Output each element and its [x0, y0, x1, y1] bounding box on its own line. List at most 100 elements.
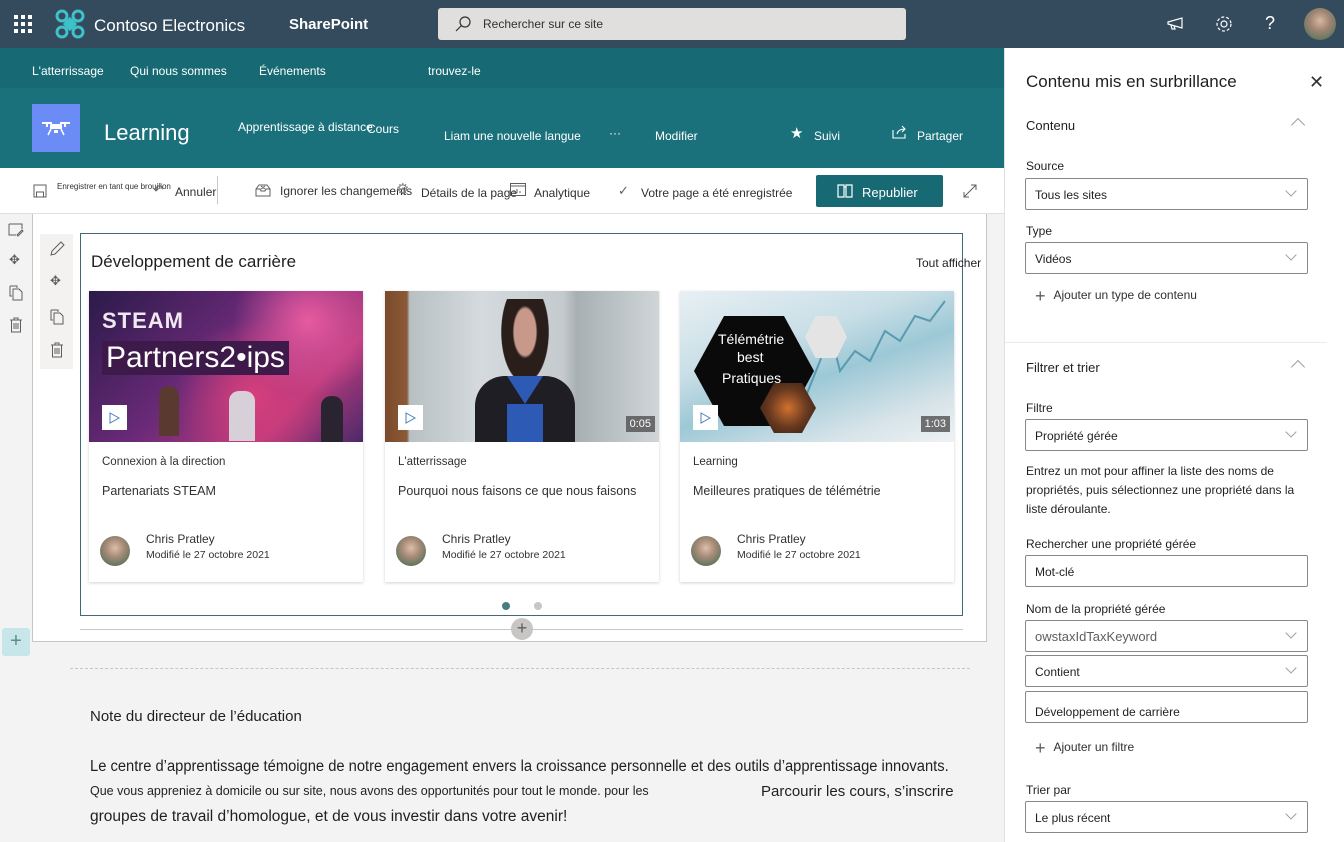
- site-nav-courses[interactable]: Cours: [367, 122, 399, 136]
- text-paragraph[interactable]: Que vous appreniez à domicile ou sur sit…: [90, 784, 649, 798]
- org-name[interactable]: Contoso Electronics: [94, 16, 245, 36]
- text-paragraph[interactable]: Le centre d’apprentissage témoigne de no…: [90, 758, 949, 776]
- site-nav-remote-learning[interactable]: Apprentissage à distance: [238, 120, 373, 134]
- video-card[interactable]: STEAM Partners2•ips Connexion à la direc…: [89, 291, 363, 582]
- site-nav-language[interactable]: Liam une nouvelle langue: [444, 129, 581, 143]
- search-box[interactable]: Rechercher sur ce site: [438, 8, 906, 40]
- chevron-down-icon: [1285, 185, 1297, 197]
- type-dropdown[interactable]: Vidéos: [1025, 242, 1308, 274]
- add-section-button[interactable]: +: [2, 628, 30, 656]
- megaphone-icon[interactable]: [1166, 15, 1186, 33]
- saved-status: Votre page a été enregistrée: [641, 186, 793, 200]
- play-icon: [109, 411, 120, 424]
- search-property-input[interactable]: Mot-clé: [1025, 555, 1308, 587]
- card-title[interactable]: Pourquoi nous faisons ce que nous faison…: [398, 484, 636, 498]
- chevron-up-icon[interactable]: [1290, 117, 1306, 133]
- edit-webpart-icon[interactable]: [49, 241, 65, 257]
- card-site: L'atterrissage: [398, 456, 467, 468]
- search-property-value: Mot-clé: [1035, 565, 1075, 579]
- site-nav-more[interactable]: ···: [609, 126, 621, 140]
- chevron-down-icon: [1285, 662, 1297, 674]
- site-header: Learning Apprentissage à distance Cours …: [0, 88, 1004, 168]
- copy-section-icon[interactable]: [9, 285, 23, 301]
- nav-item-events[interactable]: Événements: [259, 64, 326, 78]
- delete-webpart-icon[interactable]: [51, 342, 63, 358]
- follow-button[interactable]: Suivi: [814, 129, 840, 143]
- add-webpart-button[interactable]: +: [511, 618, 533, 640]
- card-modified: Modifié le 27 octobre 2021: [737, 549, 861, 561]
- nav-item-landing[interactable]: L'atterrissage: [32, 64, 104, 78]
- site-logo[interactable]: [32, 104, 80, 152]
- carousel-dot[interactable]: [534, 602, 542, 610]
- add-filter-button[interactable]: + Ajouter un filtre: [1035, 738, 1134, 759]
- video-thumbnail[interactable]: STEAM Partners2•ips: [89, 291, 363, 442]
- waffle-icon[interactable]: [14, 15, 32, 33]
- video-thumbnail[interactable]: 0:05: [385, 291, 659, 442]
- delete-section-icon[interactable]: [10, 317, 22, 333]
- site-nav-edit[interactable]: Modifier: [655, 129, 698, 143]
- filter-dropdown[interactable]: Propriété gérée: [1025, 419, 1308, 451]
- expand-icon[interactable]: [962, 183, 978, 199]
- source-dropdown[interactable]: Tous les sites: [1025, 178, 1308, 210]
- play-button[interactable]: [398, 405, 423, 430]
- discard-changes-button[interactable]: Ignorer les changements: [280, 184, 412, 198]
- card-title[interactable]: Partenariats STEAM: [102, 484, 216, 498]
- property-name-dropdown[interactable]: owstaxIdTaxKeyword: [1025, 620, 1308, 652]
- edit-section-icon[interactable]: [8, 223, 24, 237]
- sort-dropdown[interactable]: Le plus récent: [1025, 801, 1308, 833]
- star-icon: ★: [790, 125, 804, 142]
- chevron-down-icon: [1285, 808, 1297, 820]
- play-button[interactable]: [693, 405, 718, 430]
- add-content-type-label: Ajouter un type de contenu: [1053, 288, 1197, 302]
- close-icon[interactable]: ✕: [1309, 72, 1324, 93]
- filter-value-input[interactable]: Développement de carrière: [1025, 691, 1308, 723]
- video-thumbnail[interactable]: Télémétrie best Pratiques 1:03: [680, 291, 954, 442]
- video-card[interactable]: 0:05 L'atterrissage Pourquoi nous faison…: [385, 291, 659, 582]
- thumbnail-title: Télémétrie: [718, 331, 785, 347]
- child-figure: [321, 396, 343, 442]
- filter-section-header[interactable]: Filtrer et trier: [1026, 360, 1100, 375]
- duplicate-webpart-icon[interactable]: [50, 309, 64, 325]
- webpart-title[interactable]: Développement de carrière: [91, 252, 296, 272]
- nav-item-about[interactable]: Qui nous sommes: [130, 64, 227, 78]
- child-figure: [229, 391, 255, 441]
- thumbnail-subtitle: best: [737, 349, 764, 365]
- nav-item-find[interactable]: trouvez-le: [428, 64, 481, 78]
- card-site: Learning: [693, 456, 738, 468]
- move-section-icon[interactable]: ✥: [9, 252, 20, 268]
- user-avatar[interactable]: [1304, 8, 1336, 40]
- page-details-gear-icon: ⚙: [396, 181, 410, 198]
- contoso-logo-icon[interactable]: [55, 9, 85, 39]
- thumbnail-subtitle-2: Pratiques: [722, 370, 782, 386]
- author-avatar: [396, 536, 426, 566]
- analytics-button[interactable]: Analytique: [534, 186, 590, 200]
- card-title[interactable]: Meilleures pratiques de télémétrie: [693, 484, 881, 498]
- operator-dropdown[interactable]: Contient: [1025, 655, 1308, 687]
- help-icon[interactable]: ?: [1265, 13, 1275, 34]
- app-name[interactable]: SharePoint: [289, 16, 368, 33]
- site-title[interactable]: Learning: [104, 120, 190, 146]
- content-section-header[interactable]: Contenu: [1026, 118, 1075, 133]
- page-details-button[interactable]: Détails de la page: [421, 186, 517, 200]
- section-separator: [1005, 342, 1327, 343]
- undo-button[interactable]: Annuler: [175, 185, 216, 199]
- chevron-up-icon[interactable]: [1290, 359, 1306, 375]
- carousel-dot-active[interactable]: [502, 602, 510, 610]
- gear-icon[interactable]: [1214, 14, 1234, 34]
- add-content-type-button[interactable]: + Ajouter un type de contenu: [1035, 286, 1197, 307]
- republish-button[interactable]: Republier: [816, 175, 943, 207]
- command-bar: Enregistrer en tant que brouillon ↶ Annu…: [0, 168, 1004, 214]
- sort-label: Trier par: [1026, 783, 1071, 797]
- chevron-down-icon: [1285, 249, 1297, 261]
- text-heading[interactable]: Note du directeur de l’éducation: [90, 708, 302, 725]
- move-webpart-icon[interactable]: ✥: [50, 273, 61, 289]
- sort-value: Le plus récent: [1035, 811, 1111, 825]
- play-button[interactable]: [102, 405, 127, 430]
- share-button[interactable]: Partager: [917, 129, 963, 143]
- chevron-down-icon: [1285, 627, 1297, 639]
- operator-value: Contient: [1035, 665, 1080, 679]
- text-paragraph[interactable]: groupes de travail d’homologue, et de vo…: [90, 808, 567, 826]
- text-paragraph[interactable]: Parcourir les cours, s’inscrire: [761, 783, 954, 800]
- video-card[interactable]: Télémétrie best Pratiques 1:03 Learning …: [680, 291, 954, 582]
- see-all-link[interactable]: Tout afficher: [916, 256, 981, 270]
